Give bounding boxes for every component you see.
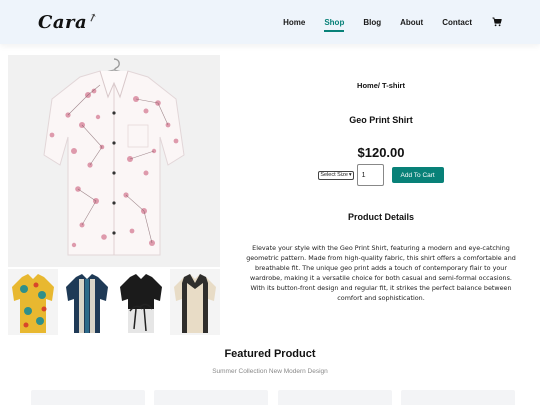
logo-text: Cara xyxy=(38,11,88,33)
product-card[interactable] xyxy=(400,390,515,405)
size-select[interactable]: Select Size ▾ xyxy=(318,170,354,180)
quantity-input[interactable]: 1 xyxy=(356,164,384,186)
thumbnail-2[interactable] xyxy=(62,269,112,335)
featured-subtitle: Summer Collection New Modern Design xyxy=(212,368,328,375)
site-header: Cara ↗ Home Shop Blog About Contact xyxy=(0,0,540,44)
nav-shop[interactable]: Shop xyxy=(324,16,345,32)
product-card[interactable] xyxy=(277,390,392,405)
product-details-heading: Product Details xyxy=(347,212,414,222)
breadcrumb[interactable]: Home/ T-shirt xyxy=(236,81,526,90)
product-price: $120.00 xyxy=(357,145,405,160)
logo-flourish: ↗ xyxy=(86,9,100,25)
featured-card-row xyxy=(31,390,515,405)
add-to-cart-button[interactable]: Add To Cart xyxy=(391,167,444,183)
chevron-down-icon: ▾ xyxy=(348,172,352,178)
nav-contact[interactable]: Contact xyxy=(442,16,472,29)
product-description: Elevate your style with the Geo Print Sh… xyxy=(246,244,516,302)
product-title: Geo Print Shirt xyxy=(349,115,413,125)
featured-section: Featured Product Summer Collection New M… xyxy=(0,348,540,375)
featured-title: Featured Product xyxy=(224,348,316,360)
thumbnail-row xyxy=(8,269,220,335)
size-select-value: Select Size xyxy=(320,172,348,178)
nav-home[interactable]: Home xyxy=(283,16,305,29)
thumbnail-3[interactable] xyxy=(116,269,166,335)
product-card[interactable] xyxy=(154,390,269,405)
nav-about[interactable]: About xyxy=(400,16,423,29)
cart-icon[interactable] xyxy=(492,17,502,27)
purchase-row: Select Size ▾ 1 Add To Cart xyxy=(236,164,526,186)
thumbnail-1[interactable] xyxy=(8,269,58,335)
logo[interactable]: Cara ↗ xyxy=(38,9,100,33)
product-gallery xyxy=(8,55,220,335)
thumbnail-4[interactable] xyxy=(170,269,220,335)
product-details-panel: Home/ T-shirt Geo Print Shirt $120.00 Se… xyxy=(236,55,526,304)
main-product-image xyxy=(8,55,220,267)
product-card[interactable] xyxy=(31,390,145,405)
main-nav: Home Shop Blog About Contact xyxy=(264,16,502,32)
nav-blog[interactable]: Blog xyxy=(363,16,381,29)
